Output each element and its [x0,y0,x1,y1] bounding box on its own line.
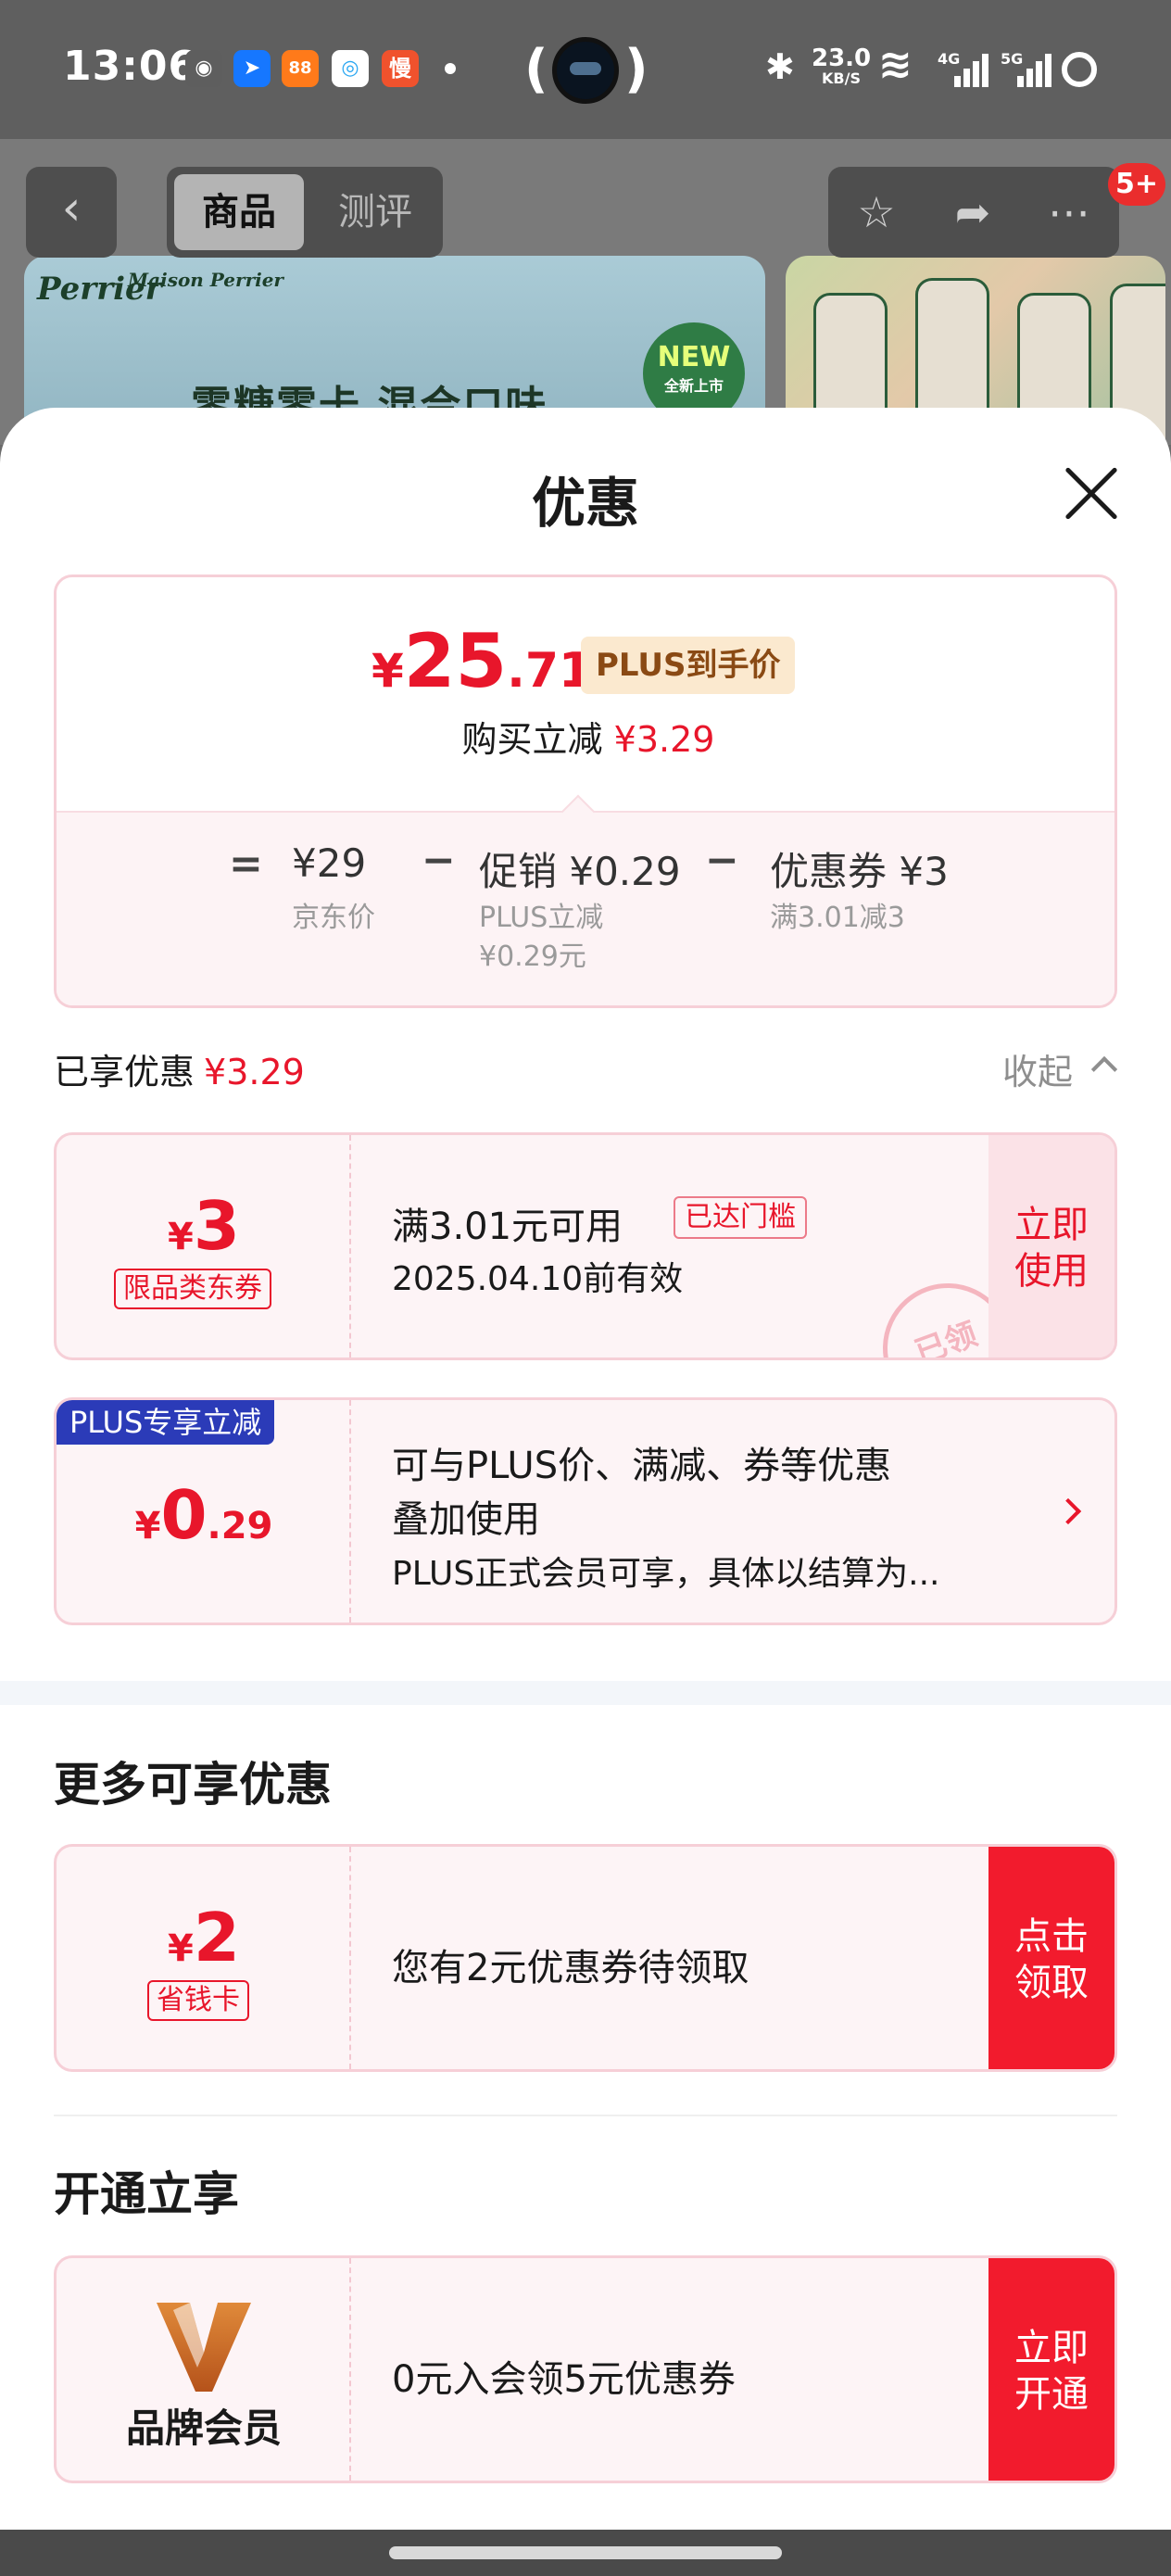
divider [54,2115,1117,2116]
bluetooth-icon: ✱ [765,46,795,87]
favorite-star-icon[interactable]: ☆ [828,167,925,258]
promo-amount: 促销 ¥0.29 [479,849,681,894]
brand-member-card: 品牌会员 0元入会领5元优惠券 立即 开通 [54,2255,1117,2483]
enjoyed-discount: 已享优惠 ¥3.29 [54,1052,305,1092]
battery-icon [1062,52,1097,87]
threshold-reached-tag: 已达门槛 [674,1196,807,1239]
app-88-icon: 88 [282,50,319,87]
sheet-title: 优惠 [531,472,639,535]
wifi-icon: ≋ [878,41,913,88]
instant-discount-line: 购买立减 ¥3.29 [461,719,715,760]
share-icon[interactable]: ➦ [925,167,1021,258]
brand-member-name: 品牌会员 [125,2406,282,2451]
signal-5g-icon: 5G [1001,50,1052,87]
discount-sheet: 优惠 ¥25.71 PLUS到手价 购买立减 ¥3.29 = ¥29 京东价 −… [0,408,1171,2530]
section-divider [0,1681,1171,1705]
back-button[interactable]: ‹ [26,167,117,258]
page-tabs: 商品 测评 [167,167,443,258]
more-options-icon[interactable]: ⋯ [1021,167,1117,258]
open-membership-button[interactable]: 立即 开通 [988,2258,1114,2481]
saver-value: ¥2 [168,1899,240,1976]
open-membership-title: 开通立享 [54,2167,239,2221]
final-price: ¥25.71 [371,618,593,704]
plus-desc-line1: 可与PLUS价、满减、券等优惠 [392,1445,892,1487]
plus-discount-card[interactable]: PLUS专享立减 ¥0.29 可与PLUS价、满减、券等优惠 叠加使用 PLUS… [54,1397,1117,1625]
brand-member-logo-area: 品牌会员 [57,2258,351,2481]
jd-coupon-card: ¥3 限品类东券 满3.01元可用 已达门槛 2025.04.10前有效 已领 … [54,1132,1117,1360]
coupon-type-tag: 限品类东券 [114,1269,271,1309]
coupon-rule: 满3.01减3 [770,902,905,934]
status-time: 13:06 [63,43,198,90]
plus-desc-line2: 叠加使用 [392,1498,540,1541]
coupon-amount: 优惠券 ¥3 [770,849,949,894]
header-actions: ☆ ➦ ⋯ [828,167,1119,258]
price-formula: = ¥29 京东价 − 促销 ¥0.29 PLUS立减 ¥0.29元 − 优惠券… [57,811,1114,1005]
saver-desc: 您有2元优惠券待领取 [392,1947,749,1989]
use-now-button[interactable]: 立即 使用 [988,1135,1114,1357]
tab-review[interactable]: 测评 [313,174,437,250]
coupon-value-area: ¥3 限品类东券 [57,1135,351,1357]
member-offer-desc: 0元入会领5元优惠券 [392,2358,736,2401]
plus-desc-line3: PLUS正式会员可享，具体以结算为... [392,1555,940,1593]
camera-island: ( ) [524,33,648,107]
jd-price-label: 京东价 [292,902,375,934]
tab-goods[interactable]: 商品 [174,174,304,250]
network-speed: 23.0 KB/S [812,44,872,87]
feishu-icon: ➤ [233,50,271,87]
claim-button[interactable]: 点击 领取 [988,1847,1114,2069]
collapse-button[interactable]: 收起 [1002,1043,1073,1094]
plus-exclusive-tag: PLUS专享立减 [57,1400,275,1445]
signal-4g-icon: 4G [938,50,989,87]
saver-card: ¥2 省钱卡 您有2元优惠券待领取 点击 领取 [54,1844,1117,2072]
price-summary: ¥25.71 PLUS到手价 购买立减 ¥3.29 = ¥29 京东价 − 促销… [54,575,1117,1008]
chevron-up-icon[interactable] [1090,1055,1118,1083]
search-app-icon: ◎ [332,50,369,87]
chevron-right-icon[interactable] [1054,1497,1082,1525]
promo-sub: PLUS立减 [479,902,604,934]
more-discounts-title: 更多可享优惠 [54,1758,332,1812]
plus-price-tag: PLUS到手价 [581,637,796,694]
manmanbuy-icon: 慢 [382,50,419,87]
status-bar: 13:06 ◉ ➤ 88 ◎ 慢 ( ) ✱ 23.0 KB/S ≋ 4G 5G [0,0,1171,139]
jd-price: ¥29 [292,840,367,886]
promo-sub-amount: ¥0.29元 [479,941,586,973]
saver-value-area: ¥2 省钱卡 [57,1847,351,2069]
plus-value: ¥0.29 [134,1476,273,1554]
home-indicator [0,2530,1171,2576]
brand-member-v-icon [157,2303,251,2392]
close-icon[interactable] [1062,465,1119,523]
coupon-value: ¥3 [168,1187,240,1265]
maison-perrier-logo: Maison Perrier [128,269,283,291]
saver-card-tag: 省钱卡 [147,1980,249,2021]
coupon-threshold: 满3.01元可用 [392,1206,623,1248]
camera-icon [552,37,619,104]
home-bar[interactable] [389,2546,782,2559]
coupon-expiry: 2025.04.10前有效 [392,1260,684,1298]
more-notifications-dot [445,63,456,74]
cart-count-badge: 5+ [1108,163,1166,206]
wechat-icon: ◉ [185,50,222,87]
plus-value-area: PLUS专享立减 ¥0.29 [57,1400,351,1623]
